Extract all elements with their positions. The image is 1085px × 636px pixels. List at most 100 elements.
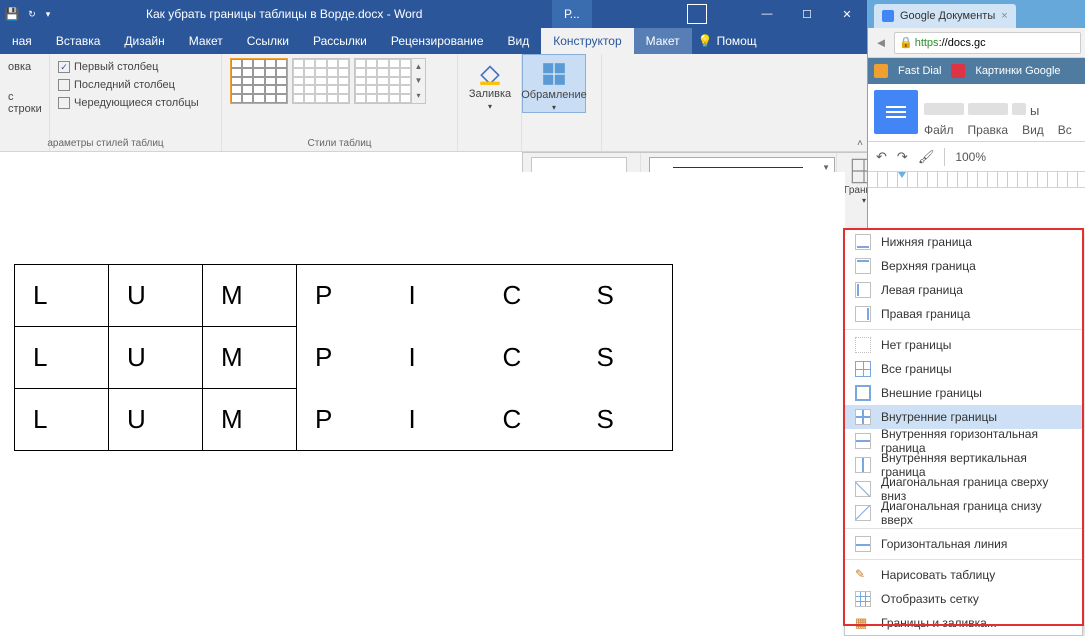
tab-review[interactable]: Рецензирование bbox=[379, 28, 496, 54]
table-styles-gallery[interactable] bbox=[230, 58, 412, 104]
cell[interactable]: U bbox=[109, 265, 203, 327]
cell[interactable]: M bbox=[203, 327, 297, 389]
indent-marker-icon[interactable] bbox=[898, 172, 906, 178]
document-title: Как убрать границы таблицы в Ворде.docx … bbox=[146, 7, 422, 21]
cell[interactable]: M bbox=[203, 389, 297, 451]
cell[interactable]: P bbox=[297, 265, 391, 327]
tab-table-design[interactable]: Конструктор bbox=[541, 28, 633, 54]
tab-mailings[interactable]: Рассылки bbox=[301, 28, 379, 54]
menu-inside-borders[interactable]: Внутренние границы bbox=[845, 405, 1082, 429]
chk-last-column[interactable]: Последний столбец bbox=[58, 76, 213, 94]
menu-all-borders[interactable]: Все границы bbox=[845, 357, 1082, 381]
cell[interactable]: S bbox=[579, 265, 673, 327]
menu-borders-and-shading[interactable]: Границы и заливка... bbox=[845, 611, 1082, 635]
example-table[interactable]: L U M P I C S L U M P I C S L U M P I C … bbox=[14, 264, 673, 451]
document-area[interactable]: L U M P I C S L U M P I C S L U M P I C … bbox=[0, 172, 845, 628]
menu-outside-borders[interactable]: Внешние границы bbox=[845, 381, 1082, 405]
cell[interactable]: U bbox=[109, 327, 203, 389]
chk-banded-columns[interactable]: Чередующиеся столбцы bbox=[58, 94, 213, 112]
tab-view[interactable]: Вид bbox=[496, 28, 542, 54]
qat-redo-icon[interactable]: ↻ bbox=[24, 9, 40, 20]
gallery-more-button[interactable]: ▲▼▾ bbox=[412, 58, 426, 104]
borders-dropdown-button[interactable]: Обрамление▾ bbox=[522, 54, 586, 113]
menu-top-border[interactable]: Верхняя граница bbox=[845, 254, 1082, 278]
bookmark-fastdial[interactable]: Fast Dial bbox=[898, 65, 941, 77]
tell-me[interactable]: 💡Помощ bbox=[698, 28, 757, 54]
cell[interactable]: C bbox=[485, 389, 579, 451]
save-icon[interactable]: 💾 bbox=[0, 7, 24, 21]
menu-right-border[interactable]: Правая граница bbox=[845, 302, 1082, 326]
menu-diagonal-up[interactable]: Диагональная граница снизу вверх bbox=[845, 501, 1082, 525]
menu-no-border[interactable]: Нет границы bbox=[845, 333, 1082, 357]
share-icon[interactable] bbox=[687, 4, 707, 24]
menu-bottom-border[interactable]: Нижняя граница bbox=[845, 230, 1082, 254]
cell[interactable]: U bbox=[109, 389, 203, 451]
cell[interactable]: I bbox=[391, 327, 485, 389]
bookmark-google-images[interactable]: Картинки Google bbox=[975, 65, 1060, 77]
cell[interactable]: I bbox=[391, 389, 485, 451]
right-border-icon bbox=[855, 306, 871, 322]
contextual-tools-tab: Р... bbox=[552, 0, 592, 28]
maximize-button[interactable]: ☐ bbox=[787, 0, 827, 28]
paint-format-icon[interactable]: 🖌 bbox=[918, 149, 935, 165]
chrome-tabstrip: Google Документы × bbox=[868, 0, 1085, 28]
tab-table-layout[interactable]: Макет bbox=[634, 28, 692, 54]
tab-design[interactable]: Дизайн bbox=[112, 28, 176, 54]
tab-insert[interactable]: Вставка bbox=[44, 28, 113, 54]
gdocs-ruler[interactable] bbox=[868, 172, 1085, 188]
collapse-ribbon-icon[interactable]: ˄ bbox=[857, 138, 863, 149]
address-bar[interactable]: 🔒 https://docs.gc bbox=[894, 32, 1081, 54]
menu-left-border[interactable]: Левая граница bbox=[845, 278, 1082, 302]
close-tab-icon[interactable]: × bbox=[1001, 10, 1007, 22]
zoom-value[interactable]: 100% bbox=[955, 150, 986, 164]
cell[interactable]: P bbox=[297, 389, 391, 451]
diag-up-icon bbox=[855, 505, 871, 521]
cell[interactable]: L bbox=[15, 327, 109, 389]
cell[interactable]: I bbox=[391, 265, 485, 327]
cell[interactable]: C bbox=[485, 265, 579, 327]
opt-banded-rows-partial[interactable]: с строки bbox=[8, 91, 42, 115]
table-style-2[interactable] bbox=[292, 58, 350, 104]
minimize-button[interactable]: — bbox=[747, 0, 787, 28]
table-style-3[interactable] bbox=[354, 58, 412, 104]
menu-draw-table[interactable]: Нарисовать таблицу bbox=[845, 563, 1082, 587]
inside-h-icon bbox=[855, 433, 871, 449]
back-icon[interactable]: ◄ bbox=[872, 35, 890, 50]
menu-horizontal-line[interactable]: Горизонтальная линия bbox=[845, 532, 1082, 556]
chrome-tab-gdocs[interactable]: Google Документы × bbox=[874, 4, 1016, 28]
bookmark-icon bbox=[874, 64, 888, 78]
undo-icon[interactable]: ↶ bbox=[876, 149, 887, 165]
tab-home[interactable]: ная bbox=[0, 28, 44, 54]
all-borders-icon bbox=[855, 361, 871, 377]
gdocs-menu-view[interactable]: Вид bbox=[1022, 123, 1044, 137]
chk-first-column[interactable]: ✓Первый столбец bbox=[58, 58, 213, 76]
gdocs-menu-edit[interactable]: Правка bbox=[968, 123, 1009, 137]
cell[interactable]: P bbox=[297, 327, 391, 389]
cell[interactable]: S bbox=[579, 389, 673, 451]
gdocs-header: ы Файл Правка Вид Вс bbox=[868, 84, 1085, 142]
close-button[interactable]: ✕ bbox=[827, 0, 867, 28]
redo-icon[interactable]: ↷ bbox=[897, 149, 908, 165]
qat-more-icon[interactable]: ▾ bbox=[40, 9, 56, 20]
menu-inside-vertical[interactable]: Внутренняя вертикальная граница bbox=[845, 453, 1082, 477]
cell[interactable]: L bbox=[15, 265, 109, 327]
tab-layout[interactable]: Макет bbox=[177, 28, 235, 54]
borders-menu: Нижняя граница Верхняя граница Левая гра… bbox=[844, 229, 1083, 636]
gdocs-menu-insert[interactable]: Вс bbox=[1058, 123, 1072, 137]
tab-references[interactable]: Ссылки bbox=[235, 28, 301, 54]
cell[interactable]: M bbox=[203, 265, 297, 327]
gdocs-doc-title[interactable]: ы bbox=[924, 103, 1072, 123]
cell[interactable]: C bbox=[485, 327, 579, 389]
opt-header-row-partial[interactable]: овка bbox=[8, 61, 31, 73]
menu-diagonal-down[interactable]: Диагональная граница сверху вниз bbox=[845, 477, 1082, 501]
table-style-1[interactable] bbox=[230, 58, 288, 104]
gdocs-menu-file[interactable]: Файл bbox=[924, 123, 954, 137]
group-table-style-options: араметры стилей таблиц bbox=[0, 136, 213, 149]
shading-button[interactable]: Заливка▾ bbox=[458, 54, 522, 111]
gdocs-logo-icon[interactable] bbox=[874, 90, 918, 134]
menu-inside-horizontal[interactable]: Внутренняя горизонтальная граница bbox=[845, 429, 1082, 453]
cell[interactable]: S bbox=[579, 327, 673, 389]
no-border-icon bbox=[855, 337, 871, 353]
menu-view-gridlines[interactable]: Отобразить сетку bbox=[845, 587, 1082, 611]
cell[interactable]: L bbox=[15, 389, 109, 451]
